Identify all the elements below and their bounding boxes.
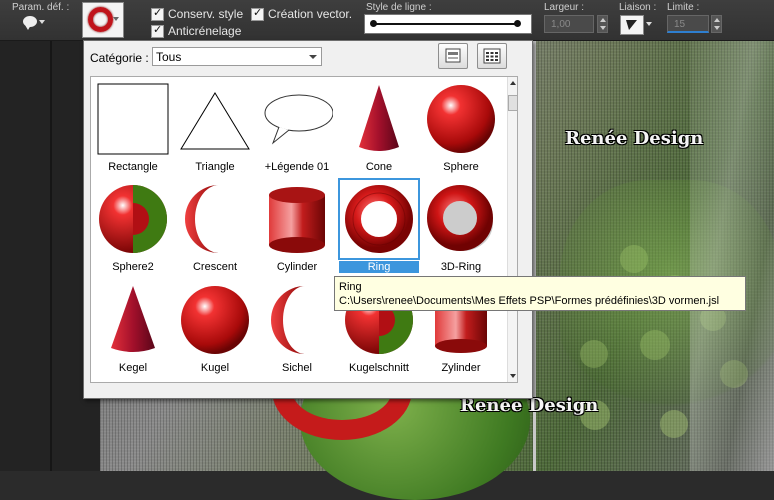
grid-view-icon [483,48,501,64]
panel-divider [50,40,52,471]
join-dropdown[interactable] [620,15,644,35]
cone-shape-icon [111,286,155,352]
tooltip-title: Ring [339,281,362,293]
chevron-down-icon [646,22,652,26]
join-label: Liaison : [619,2,657,13]
shape-item-triangle[interactable]: Triangle [175,79,255,179]
shape-item-label: Zylinder [441,362,481,374]
shape-item-label: Rectangle [108,161,158,173]
shape-item-label: Cylinder [276,261,318,273]
view-options-button[interactable] [477,43,507,69]
decor-curtain [690,40,774,471]
line-style-label: Style de ligne : [366,2,432,13]
cylinder-shape-icon [269,187,325,253]
shape-item-label: Cone [365,161,393,173]
shape-item-sphere[interactable]: Sphere [421,79,501,179]
shape-item-label: Sphere2 [112,261,154,273]
chevron-down-icon [39,20,45,24]
sphere-shape-icon [181,286,249,354]
3d-ring-shape-icon [427,185,493,251]
category-label: Catégorie : [90,51,149,65]
scroll-down-icon[interactable] [510,374,516,378]
limit-input[interactable]: 15 [667,15,709,33]
ring-shape-icon [338,178,420,260]
rectangle-shape-icon [97,83,169,155]
shape-item-crescent[interactable]: Crescent [175,179,255,279]
width-label: Largeur : [544,2,585,13]
scroll-up-icon[interactable] [510,81,516,85]
shape-item-label: Sphere [443,161,479,173]
tooltip-path: C:\Users\renee\Documents\Mes Effets PSP\… [339,295,720,307]
shape-item-kugel[interactable]: Kugel [175,280,255,380]
speech-bubble-icon [23,16,37,30]
retain-style-label: Conserv. style [168,7,244,21]
triangle-shape-icon [180,92,250,150]
checkbox-checked-icon [251,6,264,21]
shape-picker-popup: Catégorie : Tous Rectangle Triangle +Lég… [83,40,533,399]
sphere-shape-icon [427,85,495,153]
chevron-down-icon [309,55,317,59]
shape-item-ring[interactable]: Ring [338,178,420,279]
presets-label: Param. déf. : [12,2,70,13]
shape-tooltip: Ring C:\Users\renee\Documents\Mes Effets… [334,276,746,311]
crescent-shape-icon [185,185,219,253]
shape-item-3d-ring[interactable]: 3D-Ring [421,179,501,279]
shape-item-label: Triangle [195,161,235,173]
cone-shape-icon [359,85,399,151]
crescent-shape-icon [271,286,305,354]
shape-item-label: Kugel [200,362,230,374]
shape-item-kegel[interactable]: Kegel [93,280,173,380]
shape-item-label: Sichel [282,362,312,374]
width-spinner[interactable] [597,15,608,33]
category-dropdown[interactable]: Tous [152,47,322,66]
shape-item-rectangle[interactable]: Rectangle [93,79,173,179]
create-vector-label: Création vector. [268,7,353,21]
width-input[interactable]: 1,00 [544,15,594,33]
shape-item-sichel[interactable]: Sichel [257,280,337,380]
shape-item-label: +Légende 01 [264,161,330,173]
line-start-dot [370,20,377,27]
watermark-text: Renée Design [565,128,704,149]
chevron-down-icon [113,17,119,21]
shape-item-callout[interactable]: +Légende 01 [257,79,337,179]
shape-item-label: Ring [339,261,419,273]
library-icon [445,48,461,63]
category-value: Tous [156,50,182,64]
shape-library-button[interactable] [438,43,468,69]
shape-item-label: Kugelschnitt [349,362,409,374]
shape-item-cone[interactable]: Cone [339,79,419,179]
shape-grid: Rectangle Triangle +Légende 01 Cone Sphe… [90,76,518,383]
shape-item-cylinder[interactable]: Cylinder [257,179,337,279]
shape-item-label: Crescent [192,261,238,273]
scrollbar-thumb[interactable] [508,95,517,111]
limit-spinner[interactable] [711,15,722,33]
create-vector-checkbox[interactable]: Création vector. [251,6,353,21]
ring-icon [88,7,113,32]
presets-dropdown[interactable] [20,14,46,34]
tool-options-bar: Param. déf. : Conserv. style Anticrénela… [0,0,774,41]
antialias-checkbox[interactable]: Anticrénelage [151,23,242,38]
line-style-dropdown[interactable] [364,14,532,34]
shape-item-label: Kegel [118,362,148,374]
line-end-dot [514,20,521,27]
checkbox-checked-icon [151,6,164,21]
shape-item-label: 3D-Ring [440,261,482,273]
sphere2-shape-icon [99,185,167,253]
line-join-icon [626,20,637,30]
callout-shape-icon [264,94,333,145]
antialias-label: Anticrénelage [168,24,242,38]
limit-label: Limite : [667,2,700,13]
shape-grid-scrollbar[interactable] [507,77,517,382]
line-preview [372,23,517,25]
retain-style-checkbox[interactable]: Conserv. style [151,6,244,21]
shape-picker-button[interactable] [82,2,124,38]
shape-item-sphere2[interactable]: Sphere2 [93,179,173,279]
checkbox-checked-icon [151,23,164,38]
